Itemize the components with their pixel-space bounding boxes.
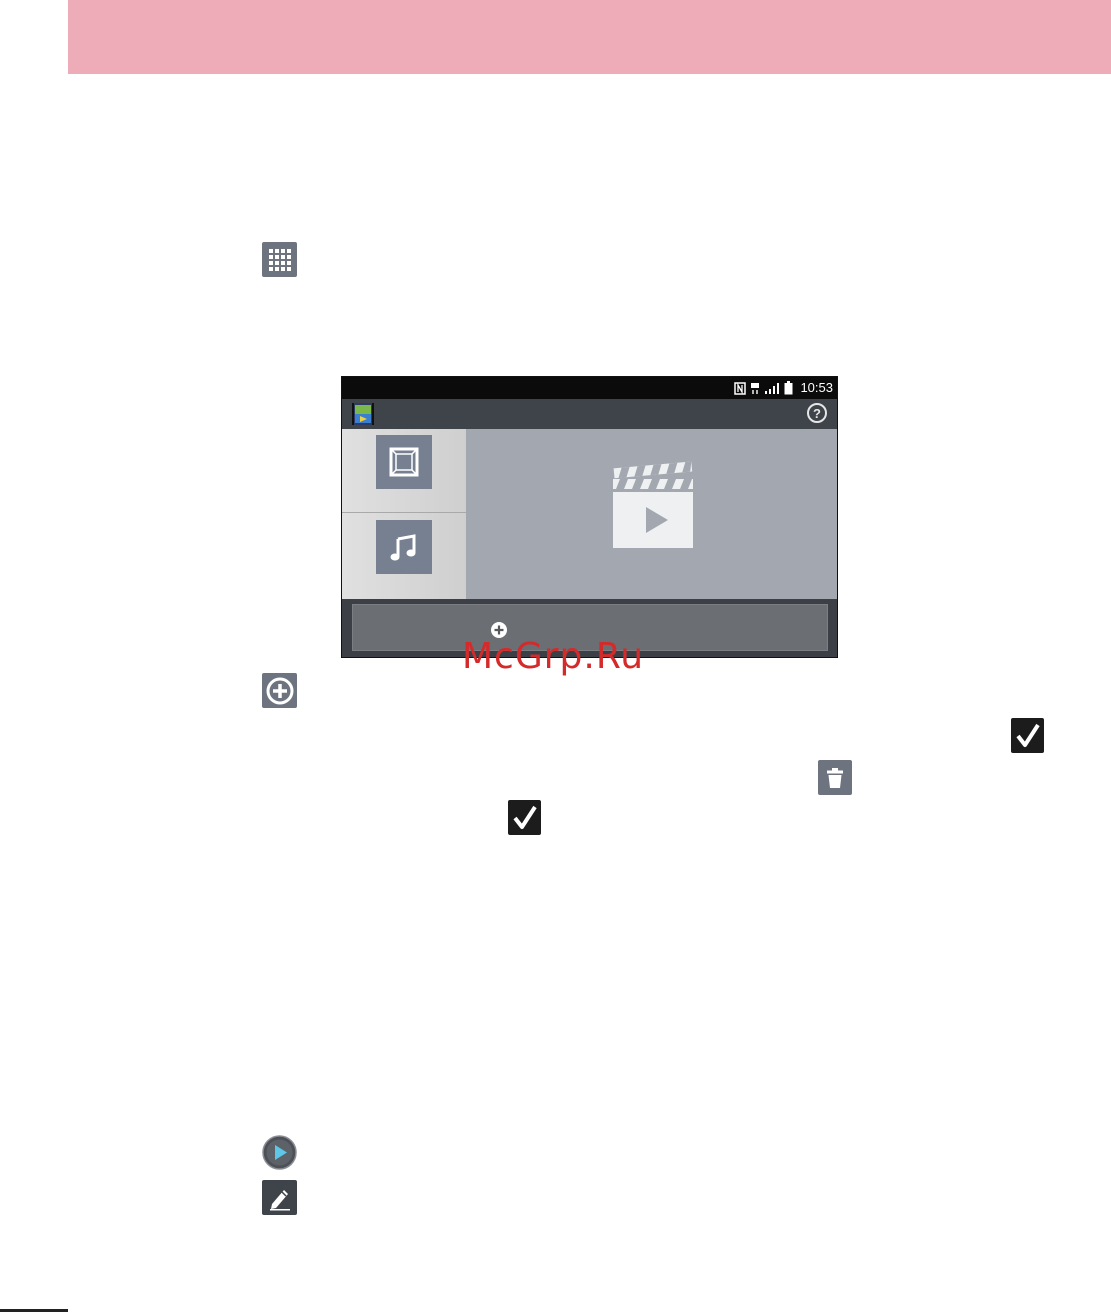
- play-icon: [262, 1135, 297, 1170]
- data-icon: [751, 382, 759, 394]
- battery-icon: [784, 381, 793, 395]
- nfc-icon: [734, 381, 746, 395]
- check-icon: [1011, 718, 1044, 753]
- watermark: McGrp.Ru: [462, 636, 645, 677]
- video-preview: [466, 429, 837, 599]
- check-icon-2: [508, 800, 541, 835]
- image-clip-cell[interactable]: [342, 429, 466, 513]
- status-icons: [734, 381, 793, 395]
- add-circle-icon: [262, 673, 297, 708]
- video-editor-app-icon[interactable]: [352, 403, 374, 425]
- status-time: 10:53: [800, 380, 833, 395]
- frame-icon: [376, 435, 432, 489]
- action-bar: ?: [342, 399, 837, 429]
- apps-grid-icon: [262, 242, 297, 277]
- clapperboard-play-icon[interactable]: [612, 461, 694, 554]
- signal-icon: [765, 382, 779, 394]
- trash-icon: [818, 760, 852, 795]
- music-clip-cell[interactable]: [342, 514, 466, 598]
- phone-screenshot: 10:53 ?: [341, 376, 838, 658]
- help-icon[interactable]: ?: [807, 403, 827, 423]
- pencil-icon: [262, 1180, 297, 1215]
- music-note-icon: [376, 520, 432, 574]
- media-type-pane: [342, 429, 466, 599]
- status-bar: 10:53: [342, 377, 837, 399]
- header-band: [68, 0, 1111, 74]
